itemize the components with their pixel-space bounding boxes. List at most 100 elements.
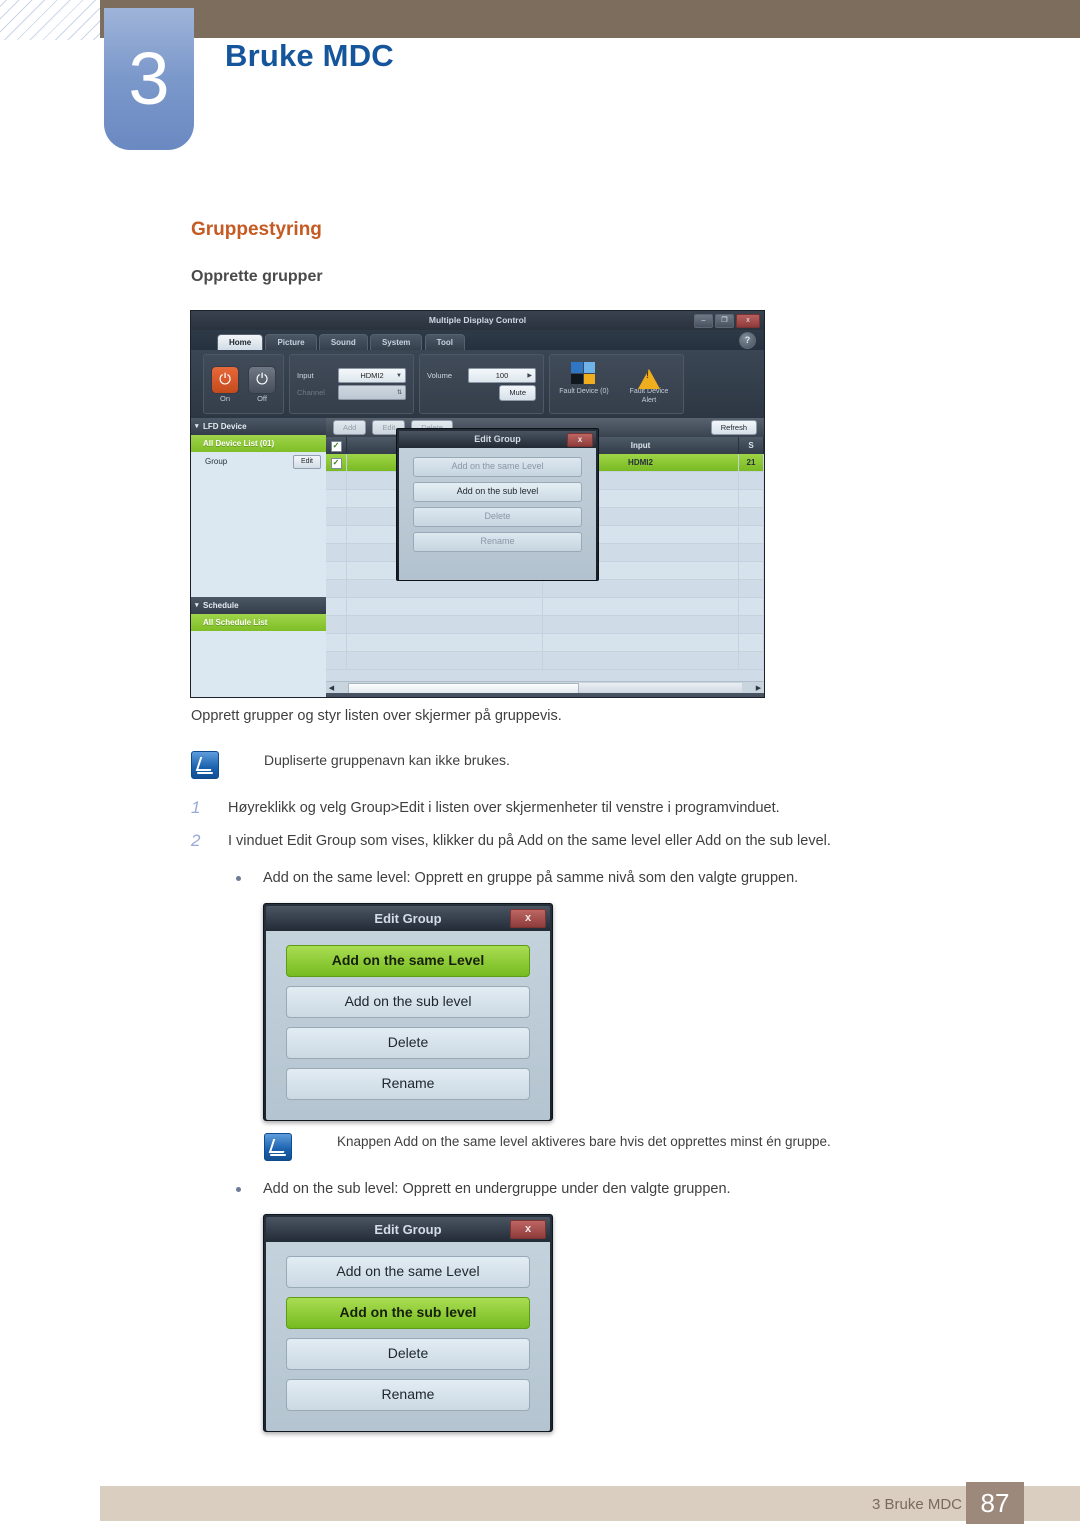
row-checkbox[interactable]: ✓ bbox=[326, 454, 347, 471]
column-header-extra[interactable]: S bbox=[739, 437, 764, 454]
overlay-button-rename[interactable]: Rename bbox=[413, 532, 582, 552]
dialog-button-delete[interactable]: Delete bbox=[286, 1338, 530, 1370]
dialog-button-delete[interactable]: Delete bbox=[286, 1027, 530, 1059]
mdc-tabbar: Home Picture Sound System Tool ? bbox=[191, 330, 764, 352]
note-2-text: Knappen Add on the same level aktiveres … bbox=[337, 1134, 831, 1149]
dialog-button-add-sub-level[interactable]: Add on the sub level bbox=[286, 986, 530, 1018]
input-value: HDMI2 bbox=[360, 371, 384, 380]
channel-label: Channel bbox=[297, 388, 325, 397]
volume-field-row: Volume 100 ▶ bbox=[427, 367, 536, 383]
mdc-titlebar: Multiple Display Control – ❐ x bbox=[191, 311, 764, 330]
sidebar-empty-area-2 bbox=[191, 631, 326, 693]
overlay-button-add-same-level[interactable]: Add on the same Level bbox=[413, 457, 582, 477]
step-2: 2 I vinduet Edit Group som vises, klikke… bbox=[191, 831, 831, 851]
row-checkbox[interactable] bbox=[326, 562, 347, 579]
row-checkbox[interactable] bbox=[326, 526, 347, 543]
group-edit-button[interactable]: Edit bbox=[292, 454, 321, 469]
table-row[interactable] bbox=[326, 616, 764, 634]
fault-device-control[interactable]: Fault Device (0) bbox=[557, 362, 611, 397]
power-off-control[interactable]: ⏻ Off bbox=[248, 365, 276, 403]
table-row[interactable] bbox=[326, 598, 764, 616]
dialog-titlebar: Edit Group x bbox=[266, 906, 550, 931]
dialog-button-add-same-level[interactable]: Add on the same Level bbox=[286, 945, 530, 977]
row-checkbox[interactable] bbox=[326, 616, 347, 633]
row-checkbox[interactable] bbox=[326, 652, 347, 669]
sidebar-empty-area bbox=[191, 471, 326, 597]
fault-device-alert-control[interactable]: Fault Device Alert bbox=[622, 362, 676, 406]
overlay-button-delete[interactable]: Delete bbox=[413, 507, 582, 527]
header-brown-bar bbox=[100, 0, 1080, 38]
overlay-dialog-titlebar: Edit Group x bbox=[399, 431, 596, 448]
row-checkbox[interactable] bbox=[326, 580, 347, 597]
sidebar-item-group[interactable]: Group Edit bbox=[191, 452, 326, 471]
power-on-icon[interactable]: ⏻ bbox=[211, 365, 239, 394]
footer-text: 3 Bruke MDC bbox=[871, 1496, 962, 1513]
close-icon[interactable]: x bbox=[510, 1220, 546, 1239]
dialog-button-rename[interactable]: Rename bbox=[286, 1068, 530, 1100]
row-extra-value: 21 bbox=[739, 454, 764, 471]
bullet-1-text: Add on the same level: Opprett en gruppe… bbox=[263, 870, 799, 886]
row-checkbox[interactable] bbox=[326, 508, 347, 525]
table-row[interactable] bbox=[326, 634, 764, 652]
dialog-button-rename[interactable]: Rename bbox=[286, 1379, 530, 1411]
bullet-add-same-level: Add on the same level: Opprett en gruppe… bbox=[236, 868, 798, 888]
section-title: Gruppestyring bbox=[191, 219, 322, 240]
scrollbar-track[interactable] bbox=[348, 683, 742, 694]
note-block-1: Dupliserte gruppenavn kan ikke brukes. bbox=[191, 751, 510, 779]
power-on-control[interactable]: ⏻ On bbox=[211, 365, 239, 403]
maximize-icon[interactable]: ❐ bbox=[715, 314, 734, 328]
row-cell bbox=[347, 580, 543, 597]
mute-button[interactable]: Mute bbox=[499, 384, 536, 401]
row-checkbox[interactable] bbox=[326, 472, 347, 489]
power-off-icon[interactable]: ⏻ bbox=[248, 365, 276, 394]
input-select[interactable]: HDMI2 ▼ bbox=[338, 368, 406, 383]
sidebar-section-schedule[interactable]: Schedule bbox=[191, 597, 326, 614]
step-2-number: 2 bbox=[191, 831, 201, 850]
dialog-button-add-same-level[interactable]: Add on the same Level bbox=[286, 1256, 530, 1288]
dialog-body: Add on the same Level Add on the sub lev… bbox=[266, 931, 550, 1120]
overlay-close-icon[interactable]: x bbox=[567, 433, 593, 447]
header-hatch-decoration bbox=[0, 0, 100, 40]
bullet-2-text: Add on the sub level: Opprett en undergr… bbox=[263, 1181, 731, 1197]
add-button[interactable]: Add bbox=[333, 420, 367, 435]
row-checkbox[interactable] bbox=[326, 490, 347, 507]
minimize-icon[interactable]: – bbox=[694, 314, 713, 328]
row-cell bbox=[739, 526, 764, 543]
volume-label: Volume bbox=[427, 370, 453, 380]
row-checkbox[interactable] bbox=[326, 598, 347, 615]
sidebar-section-lfd[interactable]: LFD Device bbox=[191, 418, 326, 435]
table-row[interactable] bbox=[326, 580, 764, 598]
window-controls: – ❐ x bbox=[694, 314, 760, 328]
spinner-icon: ⇅ bbox=[396, 390, 402, 396]
checkbox-icon[interactable]: ✓ bbox=[330, 458, 342, 469]
sidebar-item-all-schedule-list[interactable]: All Schedule List bbox=[191, 614, 326, 631]
dialog-button-add-sub-level[interactable]: Add on the sub level bbox=[286, 1297, 530, 1329]
input-group: Input HDMI2 ▼ Channel ⇅ bbox=[289, 354, 414, 414]
channel-field-row: Channel ⇅ bbox=[297, 385, 406, 400]
input-label: Input bbox=[297, 371, 314, 380]
refresh-button[interactable]: Refresh bbox=[710, 420, 757, 435]
volume-input[interactable]: 100 ▶ bbox=[468, 367, 536, 383]
power-off-label: Off bbox=[257, 393, 267, 403]
volume-group: Volume 100 ▶ Mute bbox=[419, 354, 544, 414]
overlay-button-add-sub-level[interactable]: Add on the sub level bbox=[413, 482, 582, 502]
row-cell bbox=[543, 634, 739, 651]
channel-spinner[interactable]: ⇅ bbox=[338, 385, 406, 400]
scroll-left-icon[interactable]: ◀ bbox=[326, 684, 337, 692]
close-icon[interactable]: x bbox=[510, 909, 546, 928]
dialog-body: Add on the same Level Add on the sub lev… bbox=[266, 1242, 550, 1431]
row-cell bbox=[739, 634, 764, 651]
dialog-title: Edit Group bbox=[374, 1222, 442, 1237]
scroll-right-icon[interactable]: ▶ bbox=[753, 684, 764, 692]
help-icon[interactable]: ? bbox=[739, 332, 756, 349]
checkbox-icon[interactable]: ✓ bbox=[330, 441, 342, 452]
row-checkbox[interactable] bbox=[326, 634, 347, 651]
select-all-checkbox-header[interactable]: ✓ bbox=[326, 437, 347, 454]
sidebar-item-all-device-list[interactable]: All Device List (01) bbox=[191, 435, 326, 452]
horizontal-scrollbar[interactable]: ◀ ▶ bbox=[326, 681, 764, 694]
row-checkbox[interactable] bbox=[326, 544, 347, 561]
mdc-window-title: Multiple Display Control bbox=[428, 315, 527, 325]
chapter-number: 3 bbox=[104, 8, 194, 150]
close-icon[interactable]: x bbox=[736, 314, 760, 328]
table-row[interactable] bbox=[326, 652, 764, 670]
